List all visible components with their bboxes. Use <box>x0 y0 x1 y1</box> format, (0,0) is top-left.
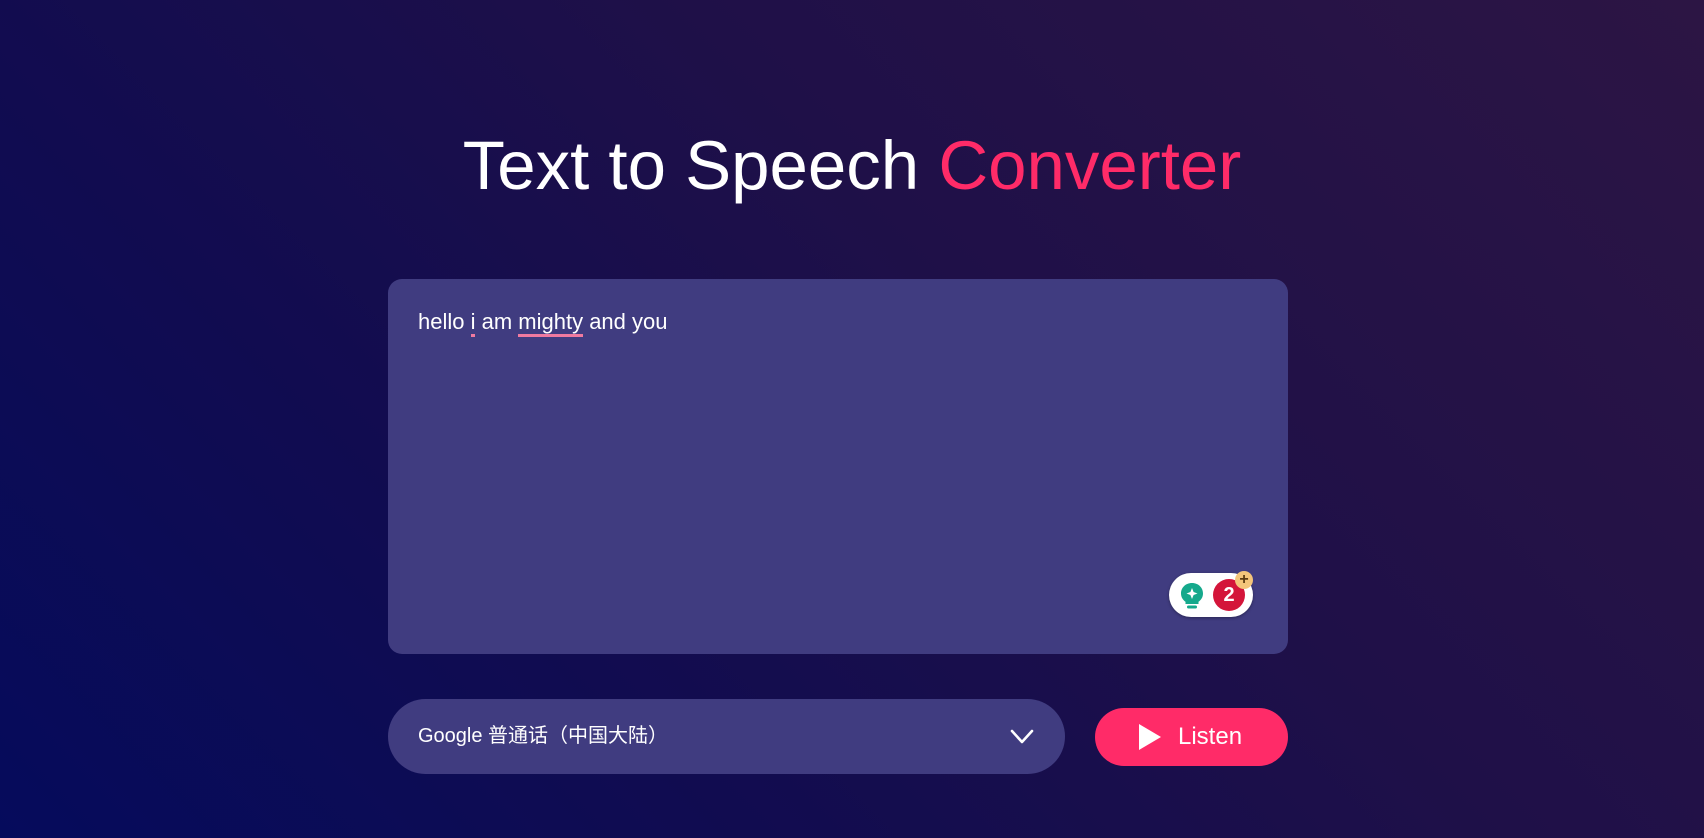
page-title-main: Text to Speech <box>462 127 920 204</box>
chevron-down-icon <box>1010 729 1034 744</box>
misspelled-word[interactable]: mighty <box>518 309 584 337</box>
plus-icon[interactable]: + <box>1235 571 1253 589</box>
voice-select[interactable]: Google 普通话（中国大陆） <box>388 699 1065 774</box>
text-input[interactable]: hello i am mighty and you <box>418 307 1258 624</box>
voice-select-value: Google 普通话（中国大陆） <box>418 725 669 747</box>
page-title: Text to Speech Converter <box>0 126 1704 206</box>
lightbulb-icon <box>1181 583 1203 609</box>
play-icon <box>1139 724 1161 750</box>
text-segment: am <box>475 309 519 334</box>
listen-button[interactable]: Listen <box>1095 708 1288 766</box>
page-title-accent: Converter <box>938 127 1242 204</box>
grammarly-widget[interactable]: 2 + <box>1169 571 1253 617</box>
text-segment: and you <box>583 309 668 334</box>
text-input-panel[interactable]: hello i am mighty and you 2 + <box>388 279 1288 654</box>
listen-button-label: Listen <box>1178 723 1243 750</box>
text-segment: hello <box>418 309 471 334</box>
